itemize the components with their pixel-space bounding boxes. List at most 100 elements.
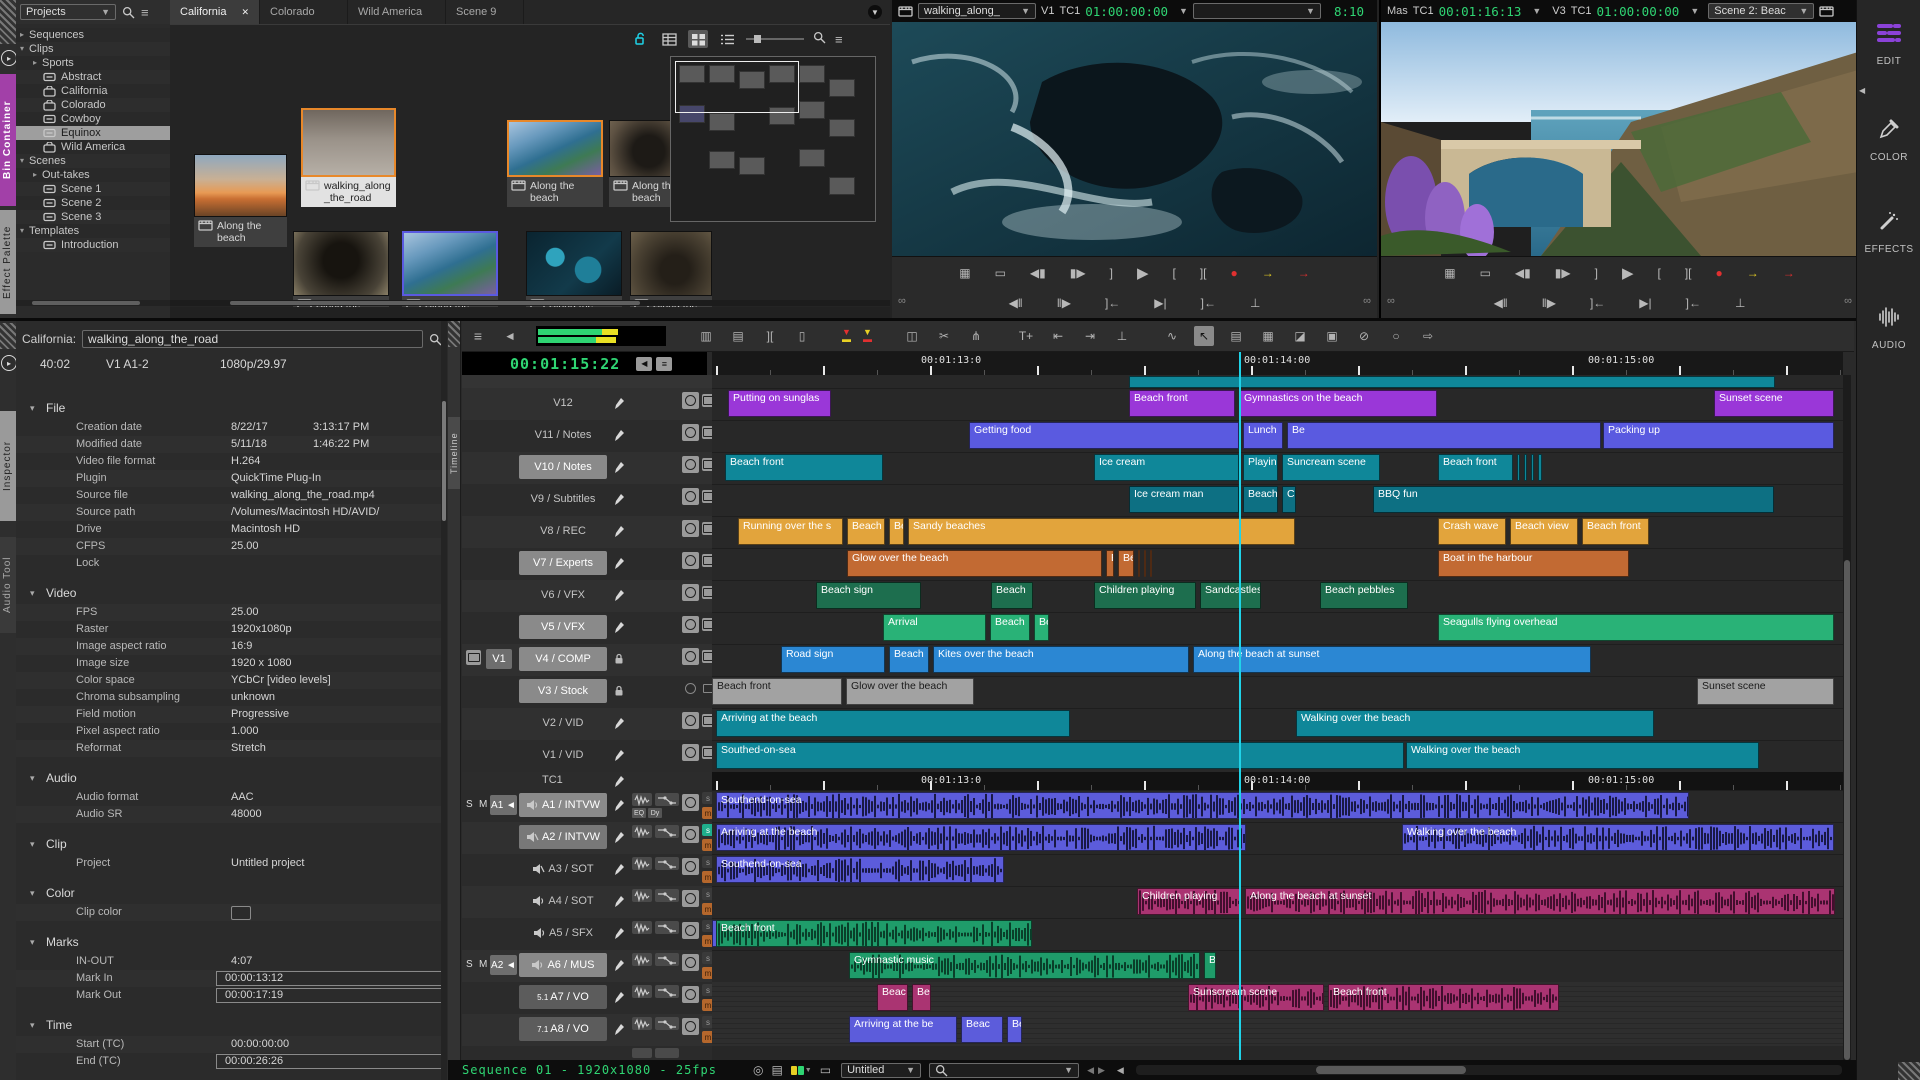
close-icon[interactable]: ✕ xyxy=(241,7,249,18)
clip-boat-in-the-harbour[interactable]: Boat in the harbour xyxy=(1438,550,1629,577)
circle-icon[interactable]: ○ xyxy=(1386,326,1406,346)
clip-kites-over-the-beach[interactable]: Kites over the beach xyxy=(933,646,1189,673)
waveform-toggle-icon[interactable] xyxy=(632,857,652,870)
track-power-button[interactable] xyxy=(682,552,699,569)
track-name-v10-notes[interactable]: V10 / Notes xyxy=(519,455,607,479)
pencil-icon[interactable] xyxy=(614,863,625,876)
tree-item-california[interactable]: California xyxy=(16,84,170,98)
track-monitor-button[interactable] xyxy=(702,394,712,407)
inspector-vscrollbar[interactable] xyxy=(441,321,447,1080)
clip[interactable] xyxy=(1138,550,1140,577)
track-power-button[interactable] xyxy=(682,424,699,441)
keyframe-icon[interactable]: ⊥ xyxy=(1112,326,1132,346)
inspector-clip-name-field[interactable]: walking_along_the_road xyxy=(82,330,423,348)
track-power-button[interactable] xyxy=(682,954,699,971)
track-name-a8-vo[interactable]: 7.1A8 / VO xyxy=(519,1017,607,1041)
source-clip-selector[interactable]: walking_along_▼ xyxy=(918,3,1036,19)
play-around-icon[interactable]: ▶| xyxy=(1154,296,1166,310)
panel-play-button[interactable]: ▸ xyxy=(1,355,17,371)
segment-extract-icon[interactable]: ▼▬ xyxy=(863,329,872,343)
track-monitor-button[interactable] xyxy=(702,682,712,695)
film-icon[interactable]: ▦ xyxy=(959,266,970,280)
monitor-icon[interactable]: ▭ xyxy=(995,266,1006,280)
chevron-right-icon[interactable]: ▸ xyxy=(16,168,37,182)
patch-button[interactable]: V1 xyxy=(486,649,512,669)
navigator-viewport[interactable] xyxy=(675,61,799,113)
back-10-icon[interactable]: ◀‖ xyxy=(1009,296,1023,310)
automation-icon[interactable] xyxy=(655,921,679,934)
solo-button[interactable]: s xyxy=(702,1016,712,1028)
tree-item-abstract[interactable]: Abstract xyxy=(16,70,170,84)
menu-icon[interactable]: ≡ xyxy=(141,5,149,20)
mark-out-icon[interactable]: ] xyxy=(1595,266,1598,280)
curve-icon[interactable]: ∿ xyxy=(1162,326,1182,346)
track-power-button[interactable] xyxy=(682,890,699,907)
film-icon[interactable]: ▦ xyxy=(1444,266,1455,280)
waveform-toggle-icon[interactable] xyxy=(632,985,652,998)
track-power-button[interactable] xyxy=(682,794,699,811)
effect-badge-eq[interactable]: EQ xyxy=(632,808,646,818)
clip[interactable] xyxy=(1524,454,1527,481)
clip-be[interactable]: Be xyxy=(1034,614,1049,641)
solo-group-label[interactable]: S xyxy=(466,959,473,970)
mute-button[interactable]: m xyxy=(702,871,712,883)
track-monitor-button[interactable] xyxy=(702,522,712,535)
clip-sunscream-scene[interactable]: Sunscream scene xyxy=(1188,984,1324,1011)
timeline-hscrollbar[interactable] xyxy=(1136,1065,1842,1075)
automation-icon[interactable] xyxy=(655,1017,679,1030)
menu-icon[interactable]: ≡ xyxy=(468,326,488,346)
solo-button[interactable]: s xyxy=(702,984,712,996)
mark-gap-icon[interactable]: ▯ xyxy=(792,326,812,346)
pointer-icon[interactable]: ↖ xyxy=(1194,326,1214,346)
bin-clip-along-the-beach[interactable]: Along the beach xyxy=(293,231,389,307)
clip-glow-over-the-beach[interactable]: Glow over the beach xyxy=(846,678,974,705)
focus-icon[interactable]: ▥ xyxy=(696,326,716,346)
record-scene-selector[interactable]: Scene 2: Beac▼ xyxy=(1708,3,1814,19)
page-forward-icon[interactable]: ▶ xyxy=(1098,1065,1105,1076)
menu-icon[interactable]: ≡ xyxy=(835,32,843,47)
clip-ice-cream-man[interactable]: Ice cream man xyxy=(1129,486,1239,513)
clip-crash-wave[interactable]: Crash wave xyxy=(1438,518,1506,545)
track-power-button[interactable] xyxy=(682,648,699,665)
clip-be[interactable]: Be xyxy=(1118,550,1134,577)
property-input[interactable]: 00:00:17:19 xyxy=(216,988,446,1003)
track-name-a2-intvw[interactable]: A2 / INTVW xyxy=(519,825,607,849)
clip-be[interactable]: Be xyxy=(1287,422,1601,449)
track-name-v9-subtitles[interactable]: V9 / Subtitles xyxy=(519,487,607,511)
chevron-down-icon[interactable]: ▼ xyxy=(1179,6,1188,16)
patch-button[interactable]: A2 ◄ xyxy=(490,955,517,975)
clip-beach-front[interactable]: Beach front xyxy=(1328,984,1559,1011)
clip-bbq-fun[interactable]: BBQ fun xyxy=(1373,486,1774,513)
chevron-down-icon[interactable]: ▾ xyxy=(16,42,24,56)
chevron-down-icon[interactable]: ▾ xyxy=(30,582,35,604)
sidebar-icon[interactable]: ▤ xyxy=(728,326,748,346)
clip[interactable] xyxy=(1538,454,1542,481)
table-view-icon[interactable] xyxy=(659,30,679,48)
track-monitor-button[interactable] xyxy=(702,586,712,599)
bin-tab-wild-america[interactable]: Wild America xyxy=(348,0,446,24)
tree-item-clips[interactable]: ▾Clips xyxy=(16,42,170,56)
clip-beach[interactable]: Beach xyxy=(990,614,1030,641)
clip-children-playing[interactable]: Children playing xyxy=(1137,888,1240,915)
mute-button[interactable]: m xyxy=(702,999,712,1011)
trim-in-icon[interactable]: ]← xyxy=(1686,296,1701,310)
pencil-icon[interactable] xyxy=(614,799,625,812)
clip-sandy-beaches[interactable]: Sandy beaches xyxy=(908,518,1295,545)
clip-beac[interactable]: Beac xyxy=(877,984,908,1011)
render-icon[interactable]: ▣ xyxy=(1322,326,1342,346)
property-input[interactable]: 00:00:26:26 xyxy=(216,1054,446,1069)
track-name-v3-stock[interactable]: V3 / Stock xyxy=(519,679,607,703)
clip-beach[interactable]: Beach xyxy=(1243,486,1278,513)
clip[interactable] xyxy=(1531,454,1534,481)
clip-beach-front[interactable]: Beach front xyxy=(1129,390,1235,417)
tree-item-cowboy[interactable]: Cowboy xyxy=(16,112,170,126)
track-power-button[interactable] xyxy=(682,584,699,601)
monitored-track-icon[interactable] xyxy=(466,650,481,665)
search-icon[interactable] xyxy=(813,31,826,47)
clip-beach-pebbles[interactable]: Beach pebbles xyxy=(1320,582,1408,609)
track-power-button[interactable] xyxy=(682,1018,699,1035)
timeline-clip-area[interactable]: Putting on sunglasBeach frontGymnastics … xyxy=(712,375,1843,1060)
track-monitor-button[interactable] xyxy=(702,650,712,663)
tree-item-scenes[interactable]: ▾Scenes xyxy=(16,154,170,168)
mark-in-icon[interactable]: [ xyxy=(1173,266,1176,280)
